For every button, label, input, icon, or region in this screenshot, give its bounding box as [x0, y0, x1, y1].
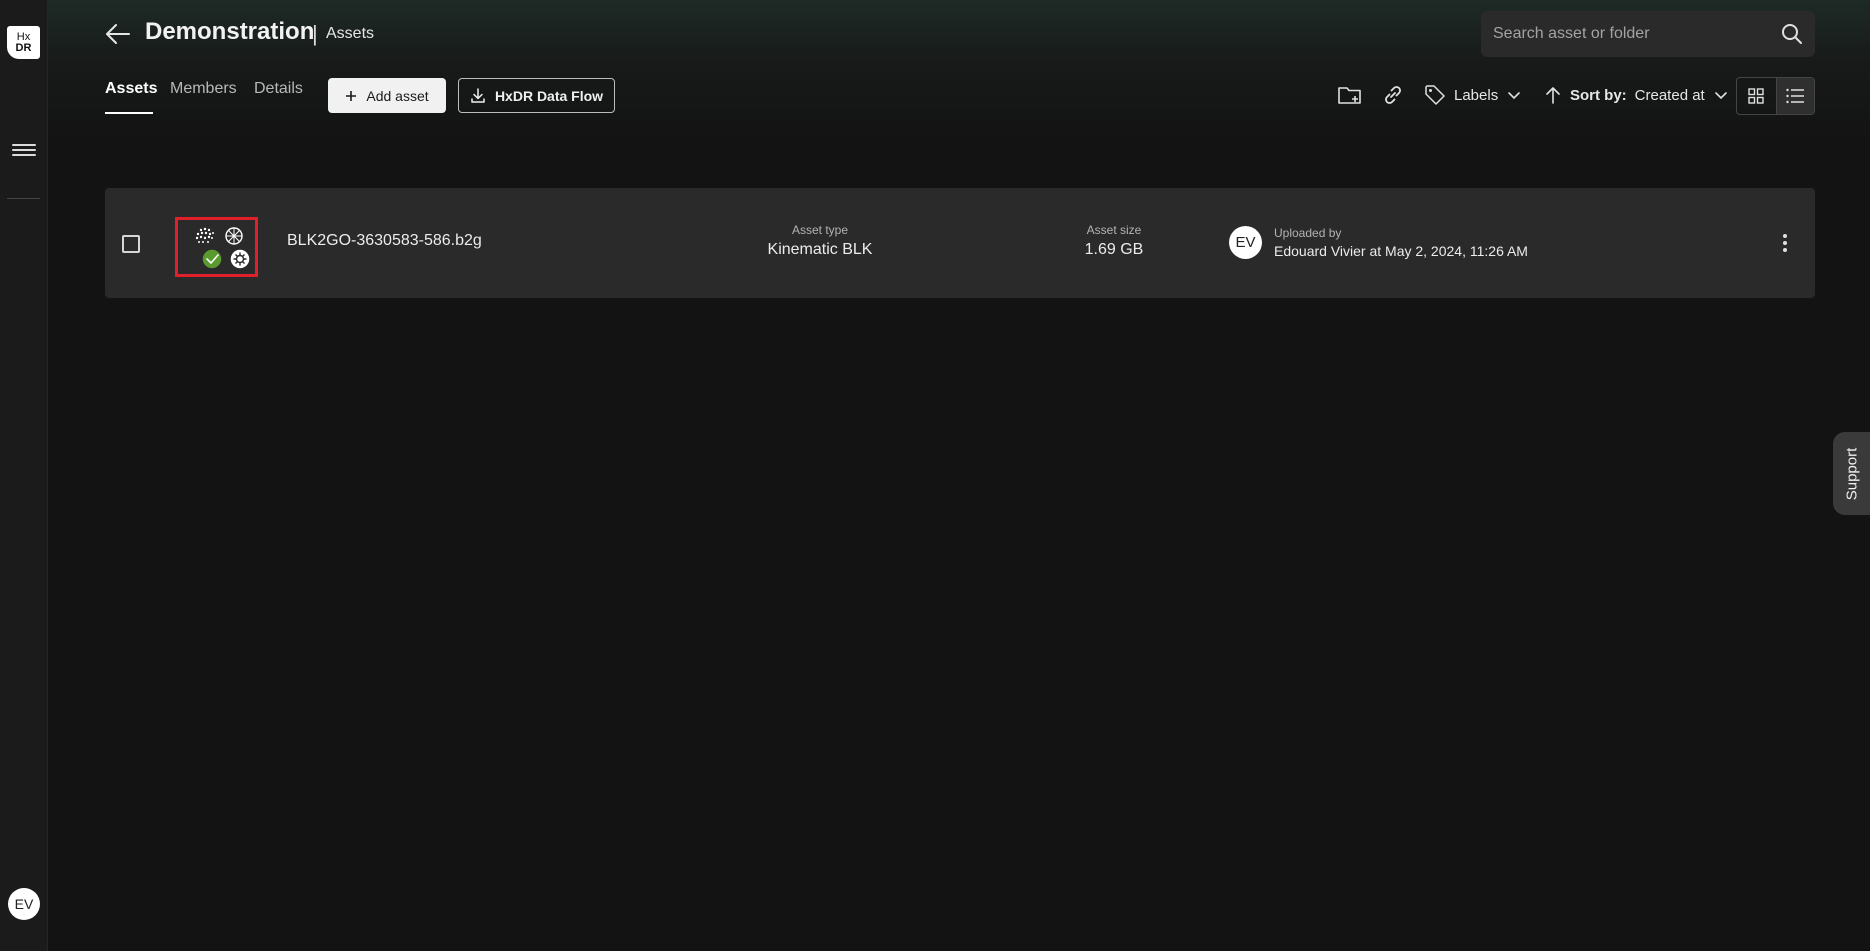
new-folder-icon[interactable]	[1337, 82, 1363, 108]
asset-type-label: Asset type	[791, 223, 849, 237]
grid-icon	[1748, 88, 1764, 104]
asset-select-checkbox[interactable]	[122, 235, 140, 253]
list-icon	[1786, 88, 1805, 104]
asset-size-value: 1.69 GB	[1084, 241, 1144, 258]
more-options-icon[interactable]	[1773, 228, 1797, 258]
plus-icon	[346, 90, 357, 101]
asset-status-icon[interactable]	[181, 223, 252, 271]
user-avatar[interactable]: EV	[8, 888, 40, 920]
search-icon[interactable]	[1781, 23, 1803, 45]
breadcrumb: Assets	[326, 25, 375, 42]
uploaded-by-label: Uploaded by	[1274, 226, 1342, 240]
active-tab-indicator	[105, 112, 153, 114]
back-arrow-icon[interactable]	[104, 22, 132, 46]
add-asset-label: Add asset	[366, 87, 429, 104]
chevron-down-icon	[1714, 92, 1727, 100]
page-title: Demonstration	[145, 18, 315, 45]
tag-icon	[1425, 85, 1445, 105]
add-asset-button[interactable]: Add asset	[328, 78, 446, 113]
rail-divider	[7, 198, 40, 199]
tab-members[interactable]: Members	[170, 80, 237, 98]
download-icon	[471, 87, 485, 103]
link-icon[interactable]	[1380, 82, 1406, 108]
support-tab[interactable]: Support	[1833, 432, 1870, 515]
labels-dropdown[interactable]: Labels	[1424, 82, 1522, 108]
sort-dropdown[interactable]: Sort by: Created at	[1544, 82, 1729, 108]
asset-type-value: Kinematic BLK	[767, 241, 873, 258]
data-flow-label: HxDR Data Flow	[494, 87, 604, 104]
chevron-down-icon	[1508, 92, 1521, 100]
title-separator: |	[312, 21, 318, 46]
search-input[interactable]	[1481, 11, 1771, 57]
logo-line2: DR	[15, 42, 32, 54]
tab-assets[interactable]: Assets	[105, 80, 157, 98]
asset-size-label: Asset size	[1086, 223, 1142, 237]
app-root: Hx DR EV Demonstration | Assets Assets M…	[0, 0, 1870, 951]
hxdr-data-flow-button[interactable]: HxDR Data Flow	[458, 78, 615, 113]
tab-details[interactable]: Details	[254, 80, 303, 98]
view-toggle	[1736, 77, 1815, 115]
grid-view-button[interactable]	[1737, 78, 1776, 114]
uploader-avatar: EV	[1229, 226, 1262, 259]
asset-name[interactable]: BLK2GO-3630583-586.b2g	[287, 232, 482, 250]
support-label: Support	[1843, 447, 1860, 500]
search-box	[1481, 11, 1815, 57]
labels-label: Labels	[1454, 86, 1499, 104]
hxdr-logo[interactable]: Hx DR	[7, 26, 40, 59]
list-view-button[interactable]	[1775, 78, 1814, 114]
sort-value: Created at	[1634, 86, 1705, 104]
asset-list-row[interactable]: BLK2GO-3630583-586.b2g Asset type Kinema…	[105, 188, 1815, 298]
hamburger-menu-icon[interactable]	[12, 141, 36, 159]
uploaded-by-value: Edouard Vivier at May 2, 2024, 11:26 AM	[1274, 243, 1528, 259]
arrow-up-icon	[1546, 87, 1560, 104]
left-rail: Hx DR EV	[0, 0, 48, 951]
sort-prefix: Sort by:	[1570, 86, 1627, 104]
